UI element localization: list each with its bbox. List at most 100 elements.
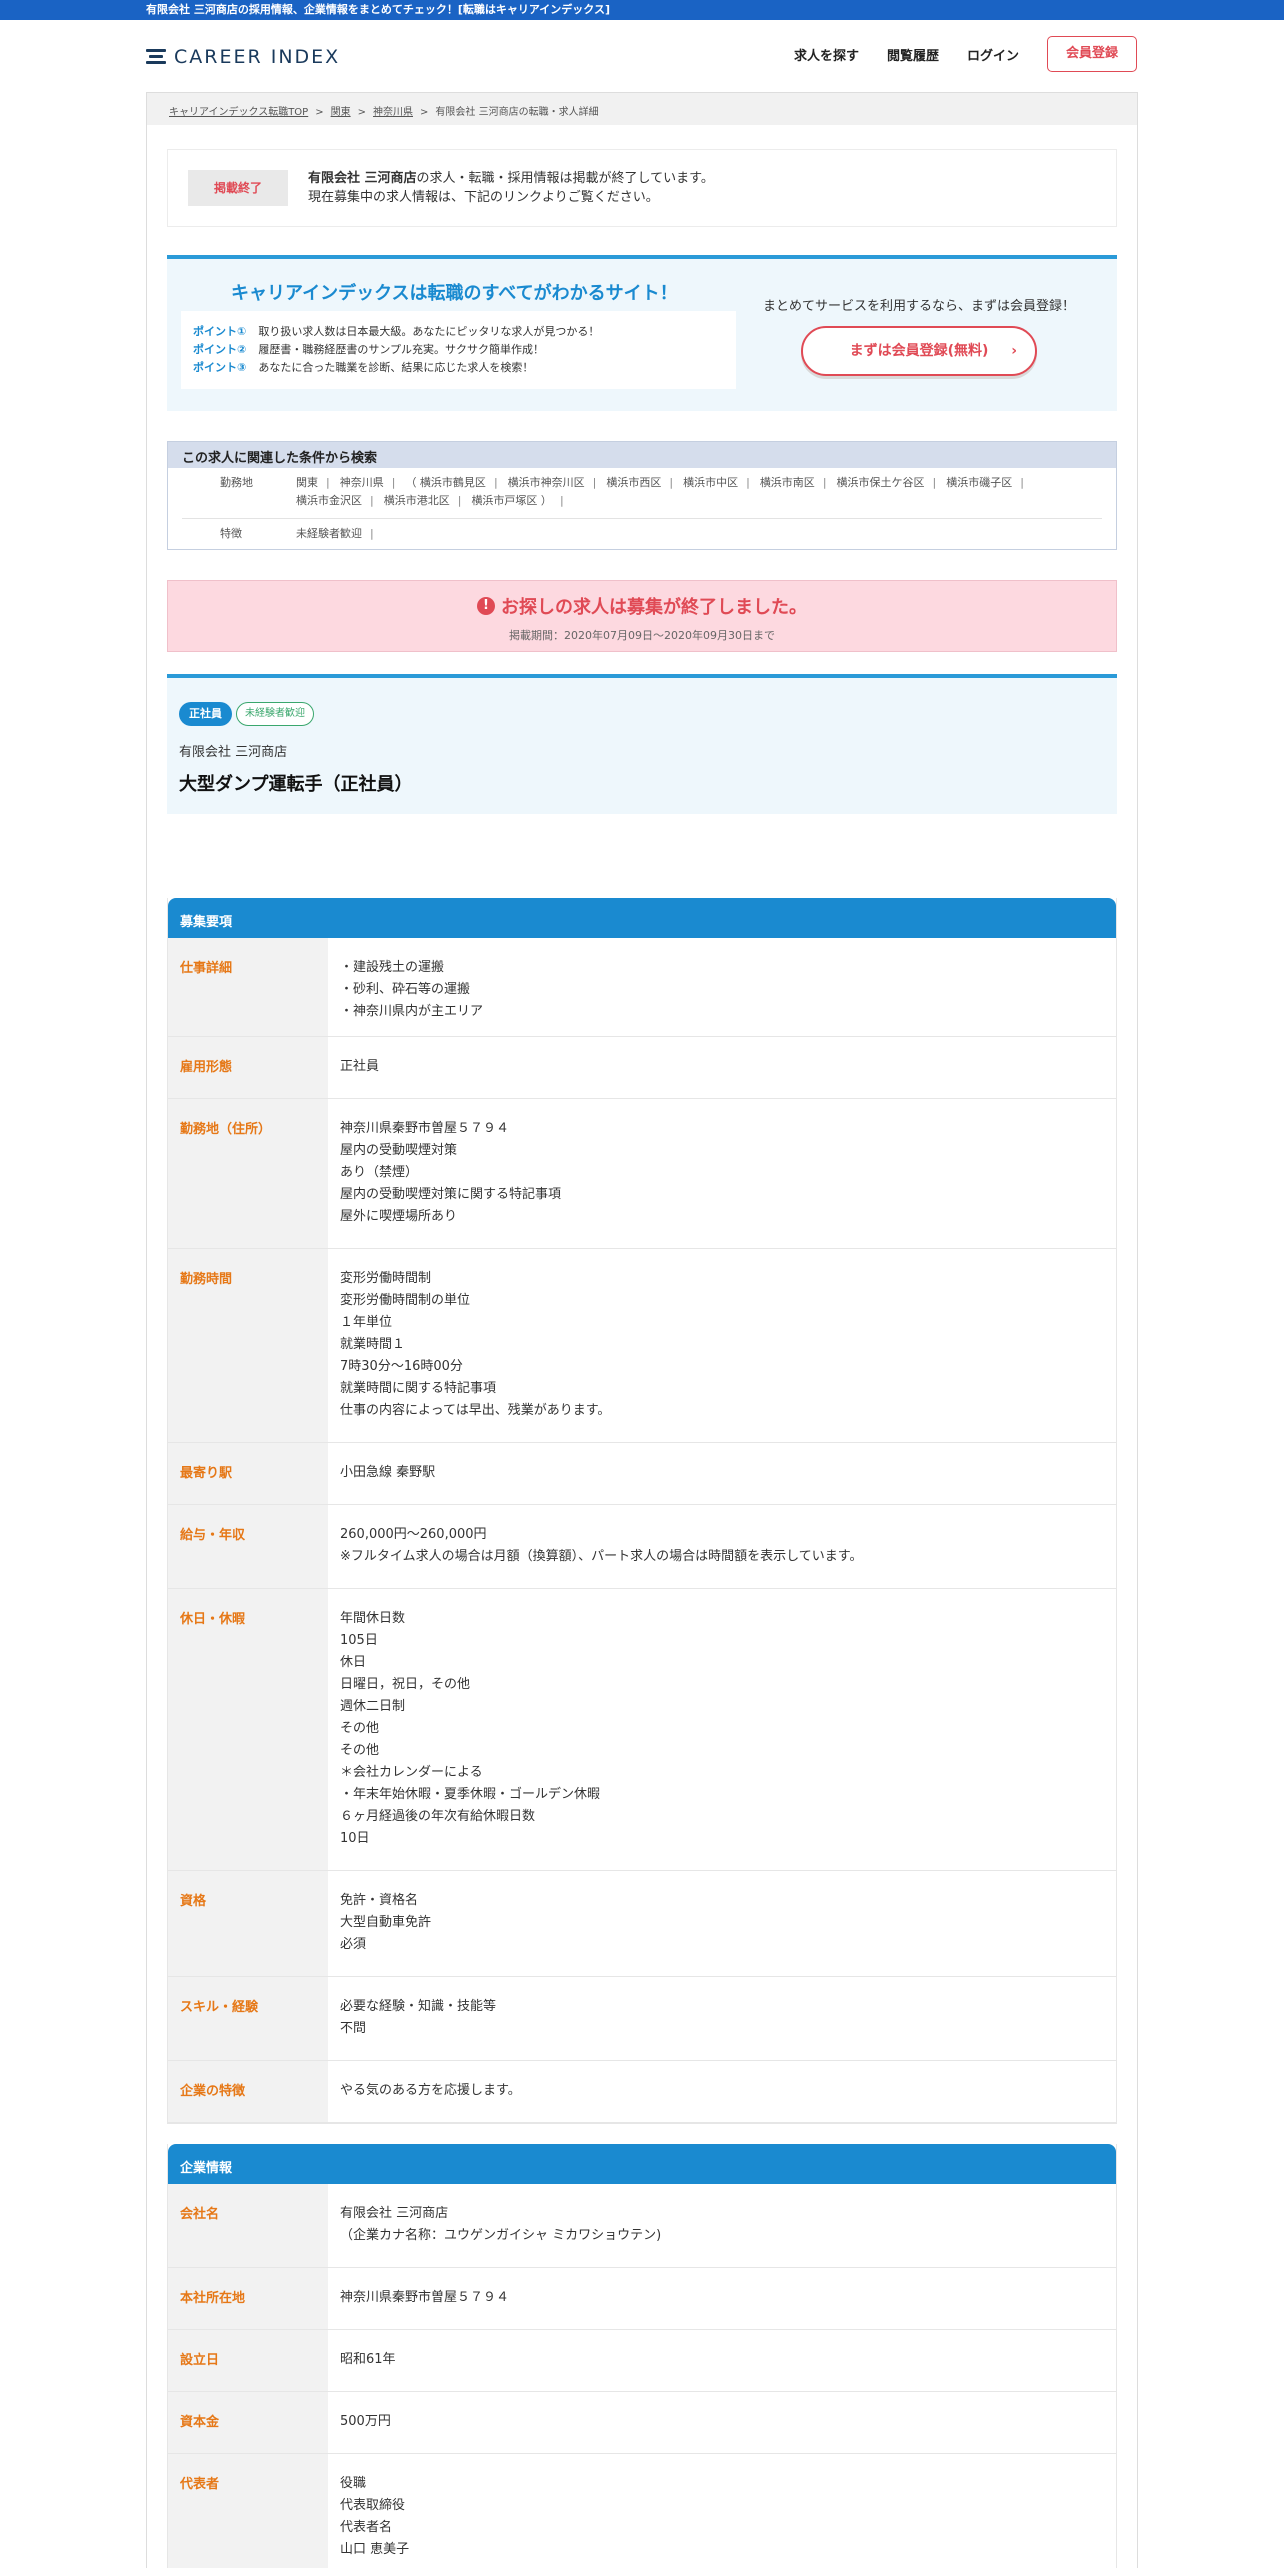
recruit-row: 最寄り駅 小田急線 秦野駅 [168, 1443, 1116, 1505]
recruit-row-value: 小田急線 秦野駅 [328, 1443, 435, 1504]
value-line: 正社員 [340, 1059, 380, 1074]
recruit-row-label: スキル・経験 [168, 1977, 328, 2060]
related-feature-link[interactable]: 未経験者歓迎 [296, 525, 384, 543]
value-line: 屋内の受動喫煙対策に関する特記事項 [340, 1187, 562, 1202]
company-row-label: 代表者 [168, 2454, 328, 2568]
recruit-row-value: 必要な経験・知識・技能等 不問 [328, 1977, 496, 2060]
value-line: ・砂利、砕石等の運搬 [340, 982, 471, 997]
value-line: （企業カナ名称：ユウゲンガイシャ ミカワショウテン) [340, 2228, 662, 2243]
nav-history[interactable]: 閲覧履歴 [887, 45, 939, 64]
value-line: 屋外に喫煙場所あり [340, 1209, 458, 1224]
free-register-button[interactable]: まずは会員登録(無料) › [801, 326, 1037, 376]
value-line: 260,000円〜260,000円 [340, 1527, 487, 1542]
company-row: 本社所在地 神奈川県秦野市曽屋５７９４ [168, 2268, 1116, 2330]
site-logo[interactable]: CAREER INDEX [146, 46, 340, 68]
recruitment-closed-banner: ! お探しの求人は募集が終了しました。 掲載期間：2020年07月09日〜2020… [167, 580, 1117, 652]
value-line: 7時30分〜16時00分 [340, 1359, 463, 1374]
promo-points: ポイント① 取り扱い求人数は日本最大級。あなたにピッタリな求人が見つかる！ ポイン… [181, 311, 736, 389]
recruit-row-value: ・建設残土の運搬 ・砂利、砕石等の運搬 ・神奈川県内が主エリア [328, 938, 483, 1036]
job-company-name: 有限会社 三河商店 [179, 745, 288, 760]
recruit-row: 雇用形態 正社員 [168, 1037, 1116, 1099]
related-location-link[interactable]: （ 横浜市鶴見区 [405, 474, 507, 492]
recruit-row: 給与・年収 260,000円〜260,000円 ※フルタイム求人の場合は月額（換算額… [168, 1505, 1116, 1589]
nav-login[interactable]: ログイン [967, 45, 1019, 64]
related-location-link[interactable]: 神奈川県 [340, 474, 406, 492]
recruit-row-value: 免許・資格名 大型自動車免許 必須 [328, 1871, 431, 1976]
value-line: 屋内の受動喫煙対策 [340, 1143, 458, 1158]
value-line: １年単位 [340, 1315, 393, 1330]
related-location-link[interactable]: 横浜市港北区 [384, 492, 472, 510]
related-search: この求人に関連した条件から検索 勤務地 関東神奈川県（ 横浜市鶴見区横浜市神奈川… [167, 441, 1117, 550]
value-line: やる気のある方を応援します。 [340, 2083, 521, 2098]
breadcrumb-kanagawa[interactable]: 神奈川県 [373, 107, 413, 118]
value-line: 10日 [340, 1831, 370, 1846]
company-row: 代表者 役職 代表取締役 代表者名 山口 恵美子 [168, 2454, 1116, 2568]
employment-tag: 正社員 [179, 702, 232, 726]
recruit-row: 勤務地（住所） 神奈川県秦野市曽屋５７９４ 屋内の受動喫煙対策 あり（禁煙） 屋内の受動… [168, 1099, 1116, 1249]
register-button[interactable]: 会員登録 [1047, 36, 1137, 72]
value-line: 役職 [340, 2476, 367, 2491]
value-line: 神奈川県秦野市曽屋５７９４ [340, 1121, 510, 1136]
recruit-row-label: 勤務地（住所） [168, 1099, 328, 1248]
nav-search-jobs[interactable]: 求人を探す [794, 45, 859, 64]
promo-banner: キャリアインデックスは転職のすべてがわかるサイト！ ポイント① 取り扱い求人数は日… [167, 255, 1117, 411]
company-row: 設立日 昭和61年 [168, 2330, 1116, 2392]
recruit-row-value: 神奈川県秦野市曽屋５７９４ 屋内の受動喫煙対策 あり（禁煙） 屋内の受動喫煙対策に関す… [328, 1099, 561, 1248]
value-line: 神奈川県秦野市曽屋５７９４ [340, 2290, 510, 2305]
value-line: 代表者名 [340, 2520, 393, 2535]
company-row-value: 有限会社 三河商店 （企業カナ名称：ユウゲンガイシャ ミカワショウテン) [328, 2184, 661, 2267]
recruit-row-label: 雇用形態 [168, 1037, 328, 1098]
related-location-link[interactable]: 関東 [296, 474, 340, 492]
company-section-heading: 企業情報 [168, 2144, 1116, 2184]
closed-title: お探しの求人は募集が終了しました。 [501, 597, 807, 618]
related-location-link[interactable]: 横浜市神奈川区 [508, 474, 607, 492]
breadcrumb-top[interactable]: キャリアインデックス転職TOP [169, 107, 308, 118]
promo-point: ポイント① 取り扱い求人数は日本最大級。あなたにピッタリな求人が見つかる！ [193, 325, 600, 338]
value-line: 休日 [340, 1655, 367, 1670]
recruit-row: 勤務時間 変形労働時間制 変形労働時間制の単位 １年単位 就業時間１ 7時30分〜16時0… [168, 1249, 1116, 1443]
value-line: 山口 恵美子 [340, 2542, 410, 2557]
recruit-row-label: 最寄り駅 [168, 1443, 328, 1504]
recruit-row-label: 休日・休暇 [168, 1589, 328, 1870]
recruit-row: 仕事詳細 ・建設残土の運搬 ・砂利、砕石等の運搬 ・神奈川県内が主エリア [168, 938, 1116, 1037]
top-announcement-bar: 有限会社 三河商店の採用情報、企業情報をまとめてチェック！[転職はキャリアインデ… [0, 0, 1284, 20]
ended-message: 有限会社 三河商店の求人・転職・採用情報は掲載が終了しています。 現在募集中の求… [308, 171, 714, 205]
company-row-value: 役職 代表取締役 代表者名 山口 恵美子 [328, 2454, 409, 2568]
related-location-link[interactable]: 横浜市磯子区 [946, 474, 1034, 492]
recruit-row-value: 260,000円〜260,000円 ※フルタイム求人の場合は月額（換算額）、パート… [328, 1505, 862, 1588]
recruit-row-value: 年間休日数 105日 休日 日曜日，祝日，その他 週休二日制 その他 その他 ＊会社カレンダー… [328, 1589, 600, 1870]
related-location-link[interactable]: 横浜市保土ケ谷区 [837, 474, 947, 492]
promo-point: ポイント③ あなたに合った職業を診断、結果に応じた求人を検索！ [193, 361, 534, 374]
company-row-label: 本社所在地 [168, 2268, 328, 2329]
recruit-row-value: 変形労働時間制 変形労働時間制の単位 １年単位 就業時間１ 7時30分〜16時00分 就業… [328, 1249, 610, 1442]
value-line: 必要な経験・知識・技能等 [340, 1999, 497, 2014]
breadcrumb-kanto[interactable]: 関東 [331, 107, 351, 118]
breadcrumb: キャリアインデックス転職TOP > 関東 > 神奈川県 > 有限会社 三河商店の転職・求人詳… [147, 93, 1137, 125]
recruit-row-value: やる気のある方を応援します。 [328, 2061, 521, 2122]
related-location-link[interactable]: 横浜市金沢区 [296, 492, 384, 510]
company-row-label: 設立日 [168, 2330, 328, 2391]
value-line: 変形労働時間制 [340, 1271, 432, 1286]
related-location-link[interactable]: 横浜市南区 [760, 474, 837, 492]
value-line: 免許・資格名 [340, 1893, 419, 1908]
company-row-value: 昭和61年 [328, 2330, 396, 2391]
related-location-link[interactable]: 横浜市西区 [606, 474, 683, 492]
company-row-value: 500万円 [328, 2392, 391, 2453]
value-line: 就業時間１ [340, 1337, 406, 1352]
company-section: 企業情報 会社名 有限会社 三河商店 （企業カナ名称：ユウゲンガイシャ ミカワショウ… [167, 2144, 1117, 2568]
related-search-title: この求人に関連した条件から検索 [168, 442, 1116, 468]
related-location-link[interactable]: 横浜市中区 [683, 474, 760, 492]
promo-cta-text: まとめてサービスを利用するなら、まずは会員登録！ [762, 299, 1075, 314]
related-location-link[interactable]: 横浜市戸塚区 ） [471, 492, 573, 510]
promo-cta: まとめてサービスを利用するなら、まずは会員登録！ まずは会員登録(無料) › [751, 295, 1087, 376]
value-line: その他 [340, 1743, 380, 1758]
recruit-row-label: 資格 [168, 1871, 328, 1976]
value-line: 昭和61年 [340, 2352, 396, 2367]
recruit-section: 募集要項 仕事詳細 ・建設残土の運搬 ・砂利、砕石等の運搬 ・神奈川県内が主エリア 雇用… [167, 898, 1117, 2124]
value-line: 就業時間に関する特記事項 [340, 1381, 497, 1396]
breadcrumb-current: 有限会社 三河商店の転職・求人詳細 [435, 107, 599, 118]
job-title: 大型ダンプ運転手（正社員） [179, 774, 413, 795]
value-line: 500万円 [340, 2414, 391, 2429]
header-nav: 求人を探す 閲覧履歴 ログイン 会員登録 [794, 36, 1137, 72]
recruit-row-label: 給与・年収 [168, 1505, 328, 1588]
